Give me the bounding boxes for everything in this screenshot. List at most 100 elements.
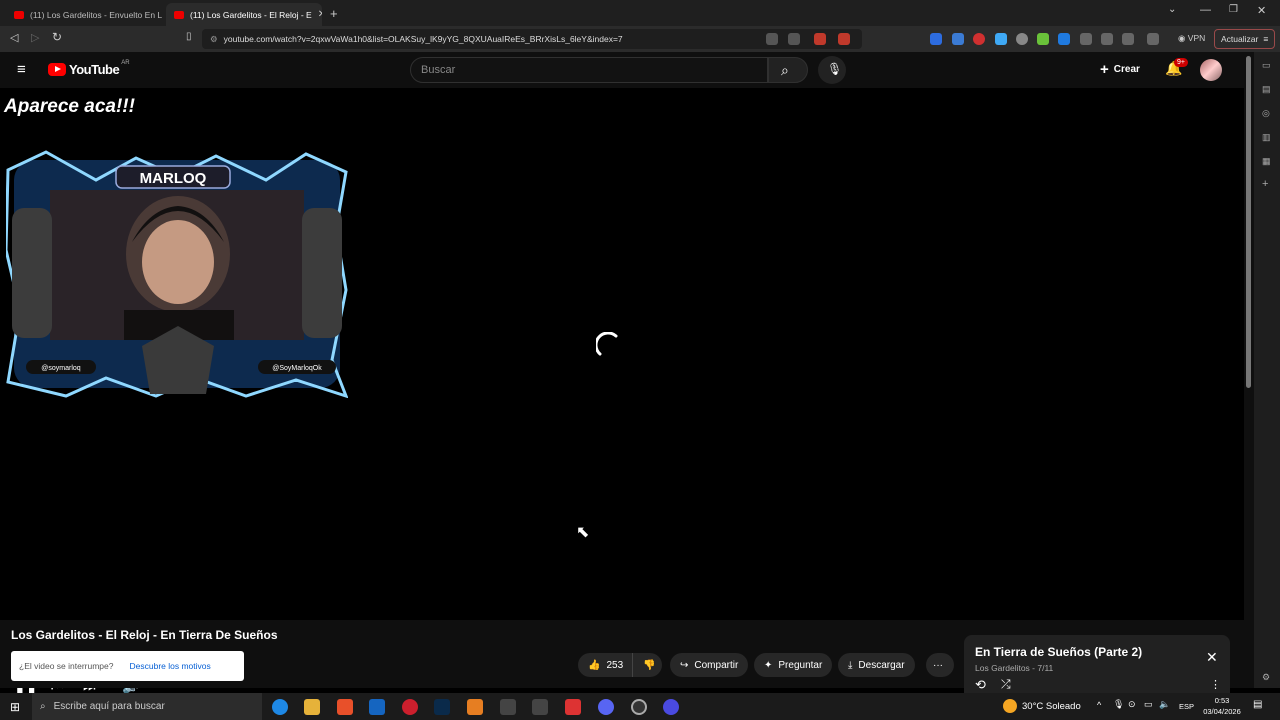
- sidebar-settings-icon[interactable]: ⚙: [1262, 672, 1270, 683]
- brave-rewards-icon[interactable]: [838, 33, 850, 45]
- extension-icon[interactable]: [1080, 33, 1092, 45]
- sidebar-chat-icon[interactable]: ▭: [1262, 60, 1271, 71]
- download-label: Descargar: [858, 659, 905, 671]
- loading-spinner-icon: [596, 332, 618, 356]
- translate-extension-icon[interactable]: [952, 33, 964, 45]
- language-indicator[interactable]: ESP: [1179, 702, 1194, 711]
- picture-in-picture-icon[interactable]: [766, 33, 778, 45]
- loop-button[interactable]: ⟲: [975, 677, 986, 693]
- minimize-button[interactable]: —: [1200, 4, 1211, 16]
- extension-icon[interactable]: [995, 33, 1007, 45]
- file-explorer-icon[interactable]: [304, 699, 320, 715]
- windows-start-icon[interactable]: ⊞: [10, 700, 20, 714]
- microphone-tray-icon[interactable]: 🎙: [1113, 699, 1124, 710]
- tray-icon[interactable]: ⊙: [1128, 699, 1136, 710]
- playlist-panel: En Tierra de Sueños (Parte 2) Los Gardel…: [964, 635, 1230, 695]
- back-icon[interactable]: ◁: [10, 31, 18, 44]
- more-actions-button[interactable]: ···: [926, 653, 954, 677]
- browser-toolbar: ◁ ▷ ↻ ▯ ⚙ youtube.com/watch?v=2qxwVaWa1h…: [0, 26, 1280, 52]
- tab-list-icon[interactable]: ⌄: [1168, 4, 1176, 15]
- shuffle-button[interactable]: ⤮: [1001, 677, 1011, 692]
- maximize-button[interactable]: ❐: [1229, 4, 1238, 15]
- fl-studio-icon[interactable]: [467, 699, 483, 715]
- like-button[interactable]: 👍 253: [578, 653, 632, 677]
- hamburger-menu-icon[interactable]: ≡: [17, 61, 26, 78]
- taskbar-search-input[interactable]: ⌕ Escribe aquí para buscar: [32, 693, 262, 720]
- playlist-more-button[interactable]: ⋮: [1210, 678, 1221, 691]
- ask-button[interactable]: ✦ Preguntar: [754, 653, 833, 677]
- vpn-button[interactable]: ◉ VPN: [1178, 33, 1205, 44]
- show-hidden-icons[interactable]: ^: [1097, 700, 1101, 710]
- sidebar-bookmarks-icon[interactable]: ▥: [1262, 132, 1271, 143]
- app-icon[interactable]: [663, 699, 679, 715]
- wallet-icon[interactable]: [1147, 33, 1159, 45]
- search-input[interactable]: Buscar: [410, 57, 768, 83]
- speaker-icon[interactable]: 🔈: [1159, 699, 1170, 710]
- share-icon: ↪: [680, 659, 689, 671]
- media-icon[interactable]: [1101, 33, 1113, 45]
- visual-studio-icon[interactable]: [369, 699, 385, 715]
- close-tab-icon[interactable]: ✕: [318, 9, 322, 20]
- tab-label: (11) Los Gardelitos - El Reloj - E: [190, 9, 312, 20]
- obs-icon[interactable]: [631, 699, 647, 715]
- browser-sidebar: ▭ ▤ ◎ ▥ ▦ + ⚙: [1254, 52, 1280, 688]
- sidebar-toggle-icon[interactable]: [1122, 33, 1134, 45]
- youtube-play-logo-icon: [48, 63, 66, 76]
- tab-el-reloj[interactable]: (11) Los Gardelitos - El Reloj - E ✕: [166, 3, 322, 26]
- shuffle-icon: ⤮: [1001, 677, 1011, 691]
- sidebar-add-icon[interactable]: +: [1262, 178, 1268, 190]
- dislike-button[interactable]: 👎: [632, 653, 662, 677]
- app-icon[interactable]: [565, 699, 581, 715]
- opera-icon[interactable]: [402, 699, 418, 715]
- bookmark-icon[interactable]: ▯: [186, 31, 192, 42]
- extension-icon[interactable]: [1037, 33, 1049, 45]
- extension-icon[interactable]: [1058, 33, 1070, 45]
- forward-icon[interactable]: ▷: [31, 31, 39, 44]
- brave-shields-icon[interactable]: [814, 33, 826, 45]
- notification-center-icon[interactable]: ▤: [1253, 699, 1262, 710]
- reload-icon[interactable]: ↻: [52, 30, 62, 44]
- youtube-logo[interactable]: YouTube AR: [48, 60, 130, 77]
- tab-envuelto[interactable]: (11) Los Gardelitos - Envuelto En Lla: [6, 3, 162, 26]
- thumbs-down-icon: 👎: [643, 659, 656, 671]
- extension-icon[interactable]: [930, 33, 942, 45]
- scrollbar-thumb[interactable]: [1246, 56, 1251, 388]
- page-scrollbar[interactable]: [1244, 52, 1254, 688]
- search-button[interactable]: ⌕: [768, 57, 808, 83]
- new-tab-button[interactable]: +: [330, 6, 338, 21]
- close-playlist-button[interactable]: ✕: [1206, 649, 1218, 666]
- brave-icon[interactable]: [337, 699, 353, 715]
- edge-icon[interactable]: [272, 699, 288, 715]
- sidebar-reading-list-icon[interactable]: ▤: [1262, 84, 1271, 95]
- create-button[interactable]: + Crear: [1100, 61, 1140, 78]
- avatar[interactable]: [1200, 59, 1222, 81]
- close-window-button[interactable]: ✕: [1257, 4, 1266, 17]
- toast-link[interactable]: Descubre los motivos: [130, 661, 211, 671]
- weather-text[interactable]: 30°C Soleado: [1022, 701, 1081, 712]
- extension-icon[interactable]: [1016, 33, 1028, 45]
- voice-search-button[interactable]: 🎙: [818, 56, 846, 84]
- app-icon[interactable]: [500, 699, 516, 715]
- video-player[interactable]: Aparece aca!!! MARLOQ @soymarloq @SoyMar…: [0, 88, 1244, 694]
- sidebar-history-icon[interactable]: ◎: [1262, 108, 1270, 119]
- youtube-logo-text: YouTube: [69, 62, 120, 77]
- network-icon[interactable]: ▭: [1144, 699, 1153, 710]
- sparkle-icon: ✦: [764, 659, 773, 671]
- notifications-button[interactable]: 🔔 9+: [1165, 58, 1188, 77]
- photoshop-icon[interactable]: [434, 699, 450, 715]
- more-vertical-icon: ⋮: [1210, 679, 1221, 691]
- address-bar[interactable]: ⚙ youtube.com/watch?v=2qxwVaWa1h0&list=O…: [202, 29, 862, 49]
- more-icon: ···: [933, 659, 943, 671]
- sidebar-playlist-icon[interactable]: ▦: [1262, 156, 1271, 167]
- clock[interactable]: 0:53 03/04/2026: [1200, 695, 1244, 717]
- app-icon[interactable]: [532, 699, 548, 715]
- share-button[interactable]: ↪ Compartir: [670, 653, 749, 677]
- download-icon: ⤓: [848, 659, 853, 671]
- download-button[interactable]: ⤓ Descargar: [838, 653, 915, 677]
- update-button[interactable]: Actualizar ≡: [1214, 29, 1276, 49]
- discord-icon[interactable]: [598, 699, 614, 715]
- site-info-icon[interactable]: ⚙: [210, 34, 218, 45]
- taskbar-search-placeholder: Escribe aquí para buscar: [53, 701, 165, 712]
- record-extension-icon[interactable]: [973, 33, 985, 45]
- share-icon[interactable]: [788, 33, 800, 45]
